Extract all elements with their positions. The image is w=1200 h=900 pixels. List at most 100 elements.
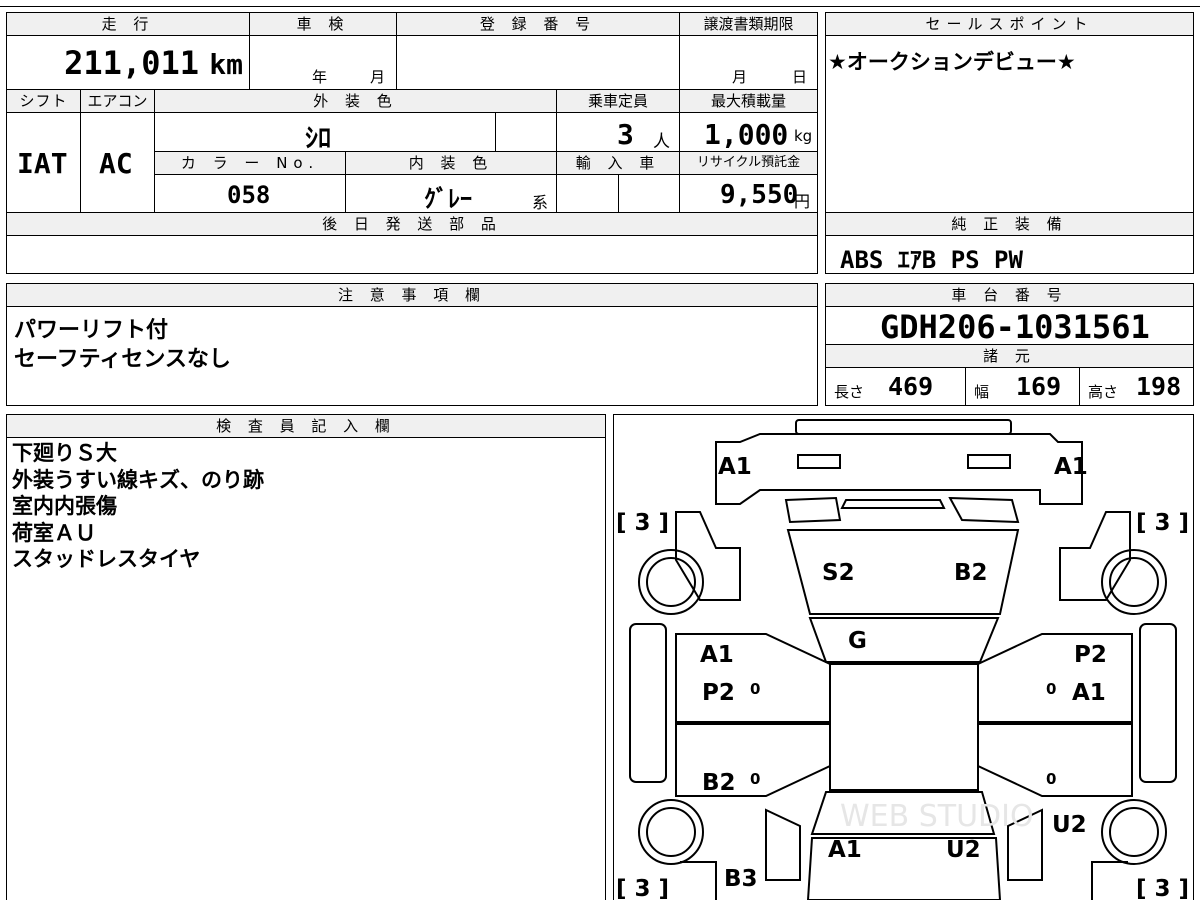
exterior-color-cell: ｼﾛ <box>154 112 496 154</box>
transfer-deadline-header: 譲渡書類期限 <box>679 12 818 36</box>
exterior-color-extra-cell <box>495 112 557 152</box>
specs-height-cell: 高さ 198 <box>1079 367 1194 406</box>
label-hood-right: B2 <box>954 560 988 586</box>
body-left <box>675 511 741 601</box>
specs-height-label: 高さ <box>1088 383 1119 401</box>
specs-height-value: 198 <box>1136 372 1182 401</box>
recycle-fee-header: リサイクル預託金 <box>679 151 818 175</box>
notes-line-2: セーフティセンスなし <box>14 347 231 372</box>
import-header: 輸 入 車 <box>556 151 680 175</box>
capacity-header: 乗車定員 <box>556 89 680 113</box>
transfer-deadline-cell: 月 日 <box>679 35 818 90</box>
deadline-day: 日 <box>792 68 808 86</box>
shift-header: シフト <box>6 89 81 113</box>
inspector-line: 室内内張傷 <box>12 494 117 518</box>
inspector-line: 下廻りＳ大 <box>12 441 117 465</box>
roof <box>829 663 979 791</box>
shift-cell: IAT <box>6 112 81 213</box>
deadline-month: 月 <box>732 68 748 86</box>
mileage-value: 211,011 <box>64 44 199 82</box>
mileage-header: 走 行 <box>6 12 250 36</box>
label-door-fl-2: P2 <box>702 680 735 706</box>
label-door-fr-1: P2 <box>1074 642 1107 668</box>
label-rear-left: B3 <box>724 866 758 892</box>
top-strip <box>0 0 1200 7</box>
tire-mark-fl: [ 3 ] <box>616 510 669 536</box>
inspector-lines: 下廻りＳ大 外装うすい線キズ、のり跡 室内内張傷 荷室ＡＵ スタッドレスタイヤ <box>12 440 264 573</box>
label-front-right: A1 <box>1054 454 1088 480</box>
max-load-value: 1,000 <box>704 118 789 151</box>
label-tail-left: A1 <box>828 837 862 863</box>
capacity-cell: 3 人 <box>556 112 680 152</box>
registration-header: 登 録 番 号 <box>396 12 680 36</box>
color-no-value: 058 <box>227 181 271 209</box>
label-door-fr-2: A1 <box>1072 680 1106 706</box>
inspector-header: 検 査 員 記 入 欄 <box>6 414 606 438</box>
recycle-fee-unit: 円 <box>794 192 811 211</box>
tire-mark-rl: [ 3 ] <box>616 876 669 900</box>
capacity-value: 3 <box>617 118 634 151</box>
specs-header: 諸 元 <box>825 344 1194 368</box>
tire-rear-right <box>1101 799 1167 865</box>
tire-front-right <box>1101 549 1167 615</box>
mileage-unit: km <box>209 48 243 81</box>
chassis-number-header: 車 台 番 号 <box>825 283 1194 307</box>
label-tail-right: U2 <box>946 837 981 863</box>
zero-mark: 0 <box>1046 680 1056 698</box>
inspection-year: 年 <box>312 68 328 86</box>
inspector-line: 荷室ＡＵ <box>12 520 96 545</box>
genuine-equipment-value: ABS ｴｱB PS PW <box>840 246 1023 274</box>
color-no-header: カ ラ ー No. <box>154 151 346 175</box>
color-no-cell: 058 <box>154 174 346 213</box>
chassis-number-value: GDH206-1031561 <box>880 308 1150 346</box>
windshield <box>808 617 1000 663</box>
max-load-unit: kg <box>794 127 813 145</box>
interior-color-suffix: 系 <box>532 193 549 212</box>
car-diagram-box: [ 3 ] [ 3 ] [ 3 ] [ 3 ] A1 A1 S2 B2 G A1… <box>613 414 1194 900</box>
specs-length-cell: 長さ 469 <box>825 367 966 406</box>
specs-length-label: 長さ <box>834 383 865 401</box>
label-rear-right: U2 <box>1052 812 1087 838</box>
label-door-fl-1: A1 <box>700 642 734 668</box>
interior-color-value: ｸﾞﾚｰ <box>424 185 472 213</box>
label-front-left: A1 <box>718 454 752 480</box>
body-right <box>1059 511 1131 601</box>
import-cell-a <box>556 174 619 213</box>
genuine-equipment-header: 純 正 装 備 <box>825 212 1194 236</box>
zero-mark: 0 <box>750 680 760 698</box>
shift-value: IAT <box>17 147 68 180</box>
notes-line-1: パワーリフト付 <box>14 318 169 343</box>
max-load-cell: 1,000 kg <box>679 112 818 152</box>
max-load-header: 最大積載量 <box>679 89 818 113</box>
inspector-line: 外装うすい線キズ、のり跡 <box>12 467 264 492</box>
label-windshield: G <box>848 628 867 654</box>
aircon-value: AC <box>99 147 133 180</box>
specs-width-label: 幅 <box>974 383 990 401</box>
tire-mark-fr: [ 3 ] <box>1136 510 1189 536</box>
inspection-cell: 年 月 <box>249 35 397 90</box>
specs-length-value: 469 <box>888 372 934 401</box>
front-bumper <box>795 419 1012 435</box>
front-outline <box>715 433 1083 505</box>
later-parts-cell <box>6 235 818 274</box>
recycle-fee-value: 9,550 <box>720 180 799 210</box>
mileage-cell: 211,011 km <box>6 35 250 90</box>
sales-point-text: ★オークションデビュー★ <box>828 50 1076 74</box>
car-diagram: [ 3 ] [ 3 ] [ 3 ] [ 3 ] A1 A1 S2 B2 G A1… <box>616 419 1189 900</box>
specs-width-cell: 幅 169 <box>965 367 1080 406</box>
specs-width-value: 169 <box>1016 372 1062 401</box>
exterior-color-header: 外 装 色 <box>154 89 557 113</box>
exterior-color-value: ｼﾛ <box>305 124 332 154</box>
capacity-unit: 人 <box>653 132 670 152</box>
sales-point-box <box>825 12 1194 213</box>
import-cell-b <box>618 174 680 213</box>
door-front-right <box>977 633 1133 723</box>
interior-color-cell: ｸﾞﾚｰ 系 <box>345 174 557 213</box>
zero-mark: 0 <box>1046 770 1056 788</box>
genuine-equipment-cell: ABS ｴｱB PS PW <box>825 235 1194 274</box>
label-hood-left: S2 <box>822 560 855 586</box>
registration-cell <box>396 35 680 90</box>
sales-point-header: セールスポイント <box>825 12 1194 36</box>
tire-front-left <box>638 549 704 615</box>
recycle-fee-cell: 9,550 円 <box>679 174 818 213</box>
